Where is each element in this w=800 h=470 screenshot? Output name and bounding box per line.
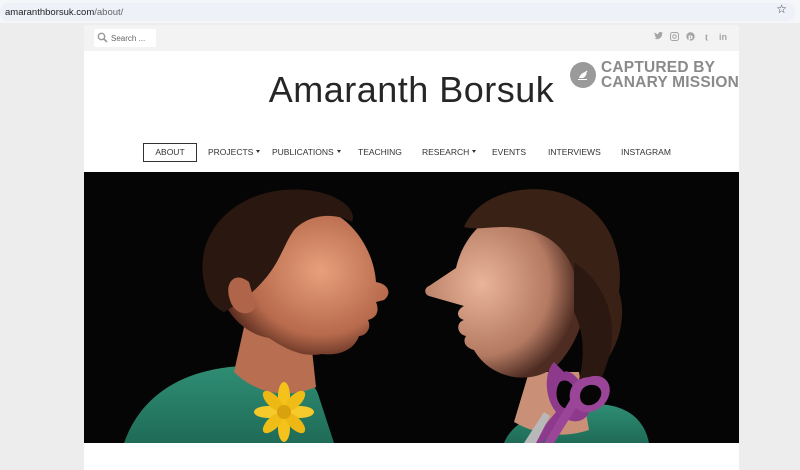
- nav-item-label: TEACHING: [358, 147, 402, 157]
- nav-item-events[interactable]: EVENTS: [492, 143, 526, 162]
- svg-text:in: in: [719, 32, 727, 41]
- instagram-icon[interactable]: [670, 32, 679, 46]
- nav-item-label: INSTAGRAM: [621, 147, 671, 157]
- page-card: p t in Amaranth Borsuk CAPTURED BY CANAR…: [84, 25, 739, 470]
- nav-item-interviews[interactable]: INTERVIEWS: [548, 143, 601, 162]
- nav-item-instagram[interactable]: INSTAGRAM: [621, 143, 671, 162]
- badge-text: CAPTURED BY CANARY MISSION: [601, 59, 740, 91]
- svg-text:p: p: [688, 33, 693, 41]
- search-box[interactable]: [94, 29, 156, 47]
- url-field[interactable]: amaranthborsuk.com/about/: [0, 3, 795, 21]
- tumblr-icon[interactable]: t: [702, 32, 711, 46]
- linkedin-icon[interactable]: in: [718, 32, 727, 46]
- url-text[interactable]: amaranthborsuk.com/about/: [5, 7, 123, 18]
- main-navigation: ABOUT PROJECTS PUBLICATIONS TEACHING RES…: [84, 143, 739, 163]
- caret-down-icon: [256, 150, 261, 154]
- canary-mission-badge: CAPTURED BY CANARY MISSION: [570, 60, 739, 90]
- hero-image: [84, 172, 739, 443]
- nav-item-label: RESEARCH: [422, 147, 470, 157]
- url-domain: amaranthborsuk.com: [5, 7, 95, 18]
- nav-item-label: PROJECTS: [208, 147, 254, 157]
- top-bar: p t in: [84, 25, 739, 51]
- bookmark-star-icon[interactable]: ☆: [776, 2, 787, 16]
- badge-line-2: CANARY MISSION: [601, 74, 740, 91]
- nav-item-teaching[interactable]: TEACHING: [358, 143, 402, 162]
- svg-text:t: t: [705, 33, 709, 43]
- search-input[interactable]: [111, 31, 153, 45]
- search-icon: [97, 32, 108, 43]
- nav-item-label: ABOUT: [155, 147, 185, 157]
- nav-item-label: INTERVIEWS: [548, 147, 601, 157]
- url-path: /about/: [94, 7, 124, 18]
- caret-down-icon: [472, 150, 477, 154]
- social-links: p t in: [654, 31, 727, 46]
- twitter-icon[interactable]: [654, 31, 663, 46]
- nav-item-publications[interactable]: PUBLICATIONS: [272, 143, 341, 162]
- caret-down-icon: [336, 150, 341, 154]
- pinterest-icon[interactable]: p: [686, 32, 695, 46]
- nav-item-label: EVENTS: [492, 147, 527, 157]
- nav-item-label: PUBLICATIONS: [272, 147, 334, 157]
- nav-item-projects[interactable]: PROJECTS: [208, 143, 261, 162]
- browser-address-bar: amaranthborsuk.com/about/ ☆: [0, 0, 800, 23]
- canary-bird-icon: [570, 62, 596, 88]
- nav-item-research[interactable]: RESEARCH: [422, 143, 477, 162]
- badge-line-1: CAPTURED BY: [601, 59, 716, 76]
- nav-item-about[interactable]: ABOUT: [143, 143, 197, 162]
